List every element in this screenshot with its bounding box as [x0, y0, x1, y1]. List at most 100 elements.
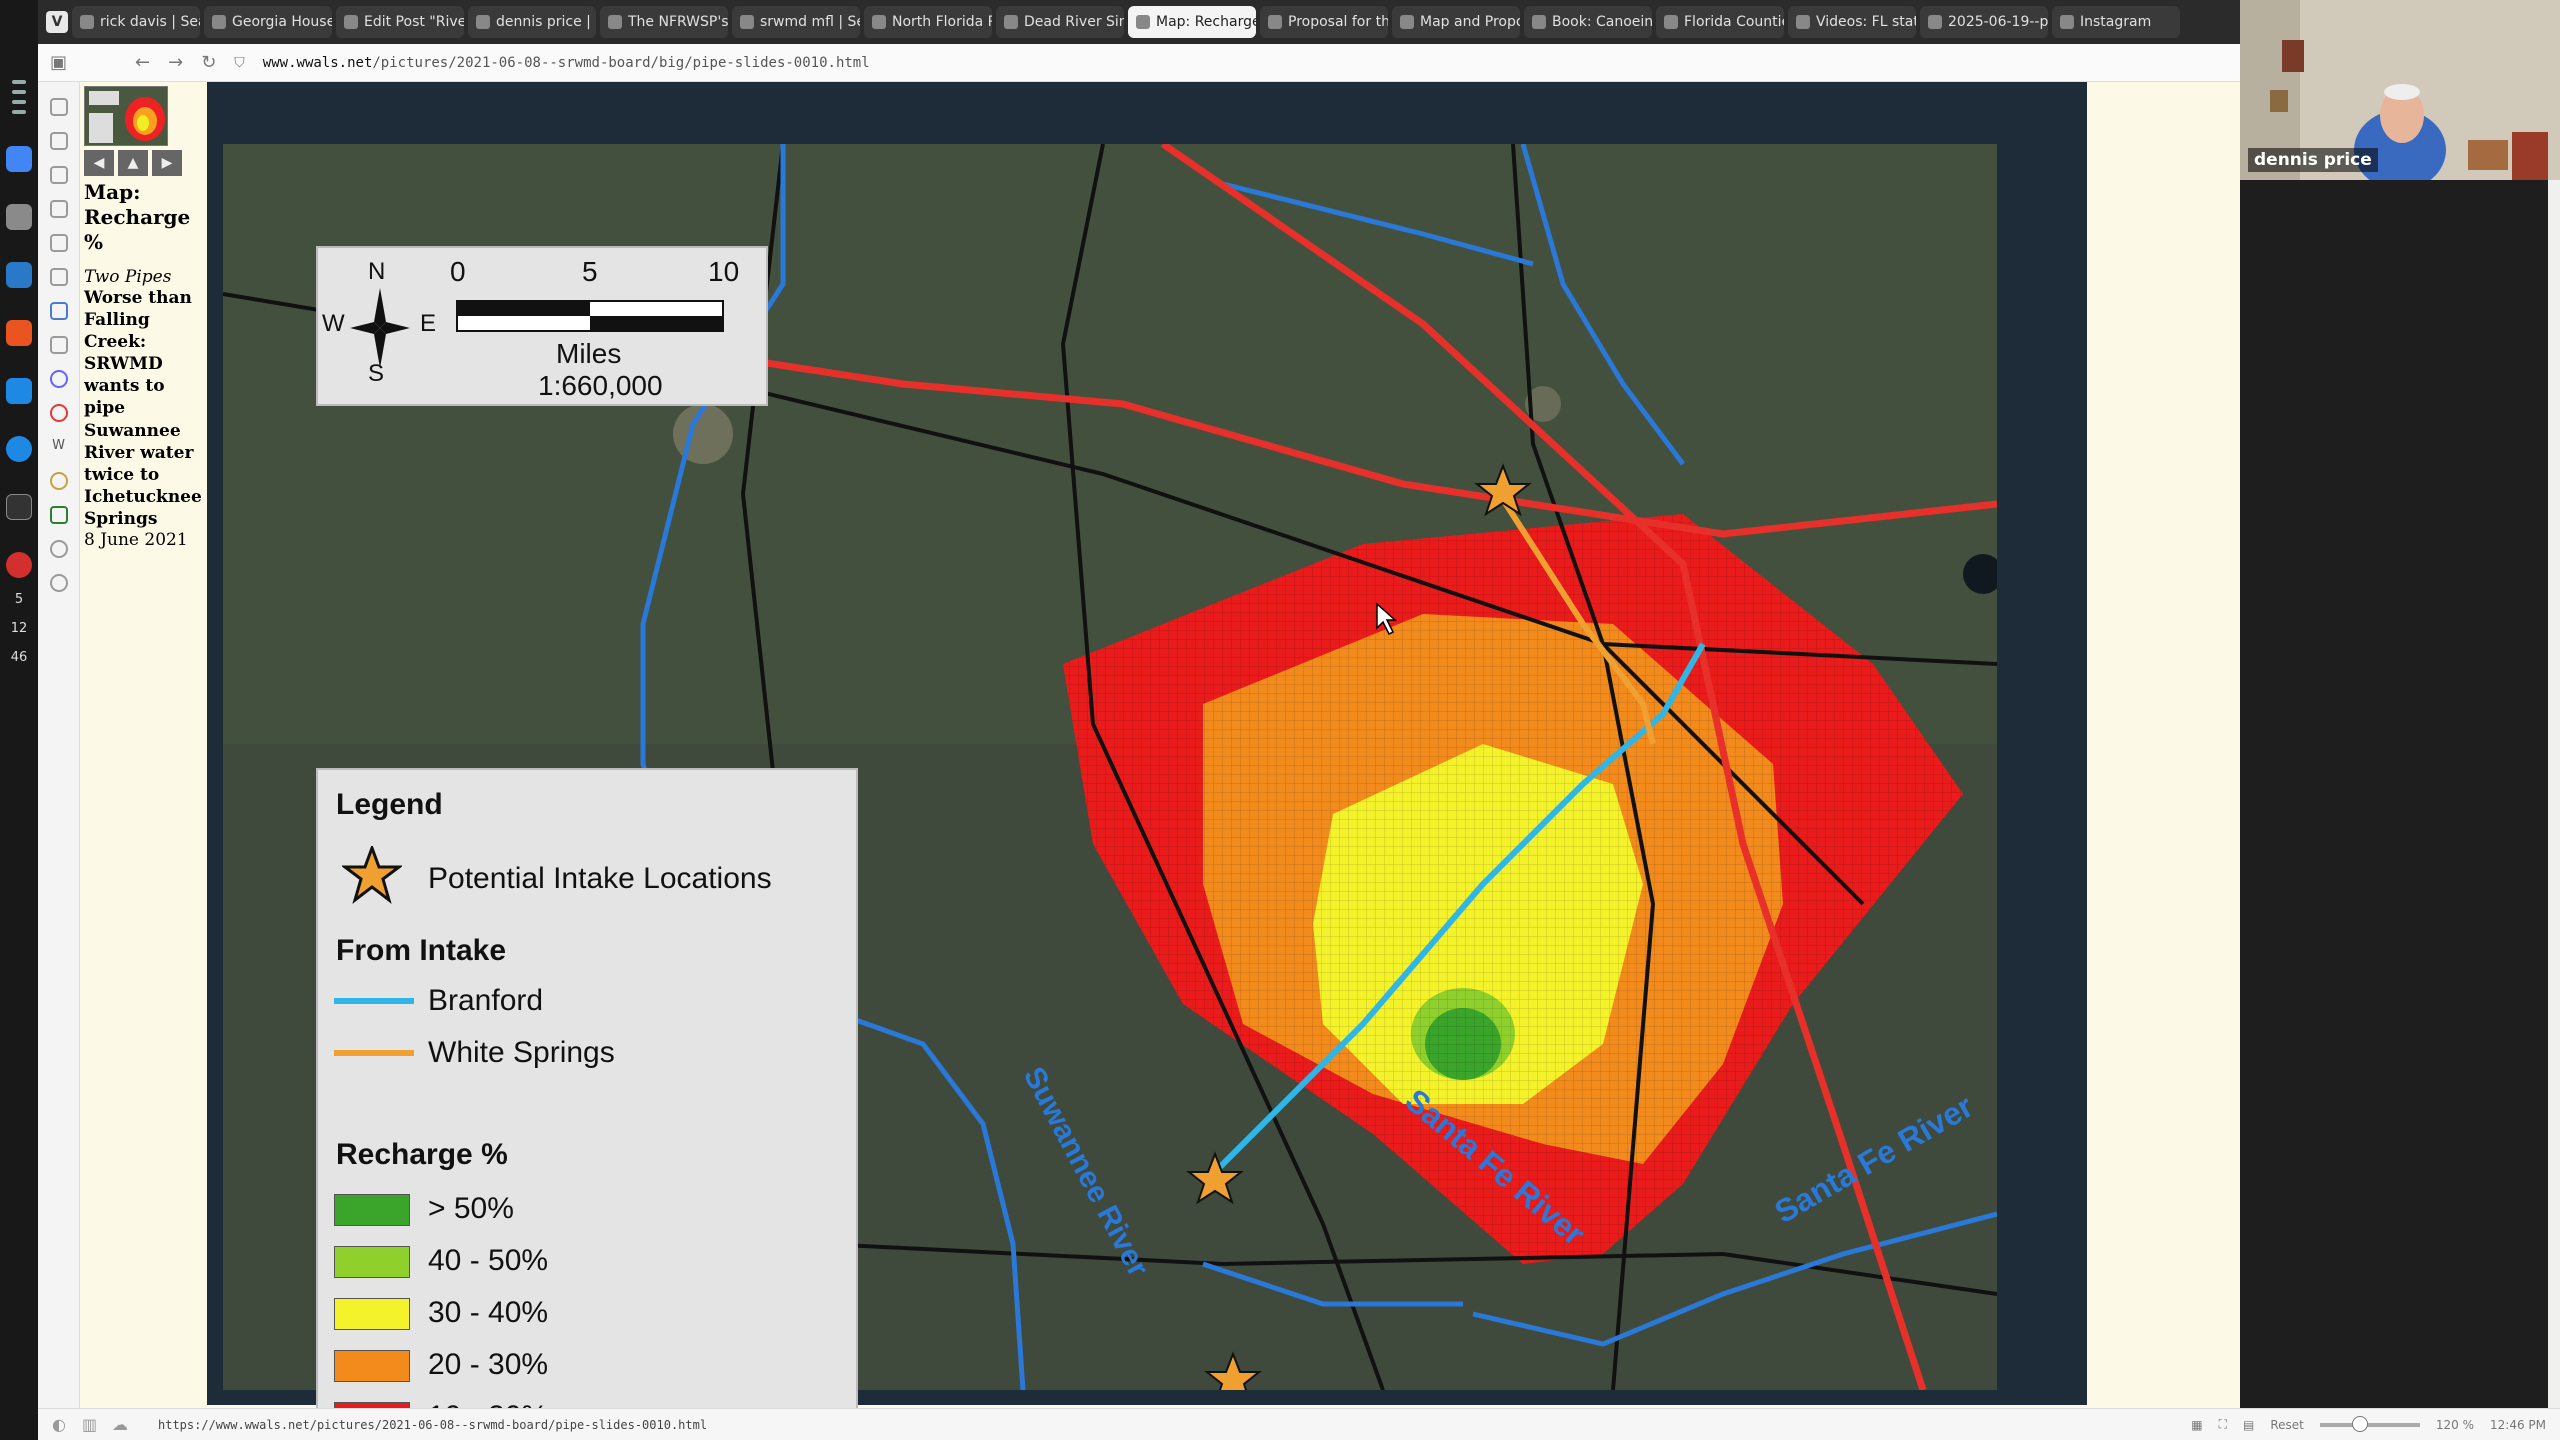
chrome-icon[interactable]: [6, 146, 32, 172]
downloads-icon[interactable]: [49, 166, 68, 184]
subtitle-text[interactable]: Worse than Falling Creek: SRWMD wants to…: [84, 287, 204, 530]
tab-favicon-icon: [1664, 15, 1678, 29]
browser-tab[interactable]: Videos: FL state...: [1788, 6, 1916, 38]
web-page: ◀ ▲ ▶ Map: Recharge % Two Pipes Worse th…: [80, 82, 2240, 1440]
tab-label: Proposal for th...: [1288, 14, 1388, 30]
tab-favicon-icon: [344, 15, 358, 29]
participant-name: dennis price: [2248, 148, 2378, 172]
files-icon[interactable]: [6, 204, 32, 230]
tab-label: North Florida R...: [892, 14, 992, 30]
zoom-slider-knob[interactable]: [2351, 1415, 2368, 1432]
recharge-swatch: [334, 1350, 410, 1382]
zoom-slider[interactable]: [2319, 1415, 2420, 1432]
mastodon-icon[interactable]: [49, 370, 68, 388]
workspace-dot[interactable]: [12, 90, 26, 94]
tab-favicon-icon: [1400, 15, 1414, 29]
previous-slide-button[interactable]: ◀: [84, 150, 114, 176]
browser-tab[interactable]: rick davis | Sea...: [72, 6, 200, 38]
notification-icon[interactable]: [6, 552, 32, 578]
reading-list-icon[interactable]: [49, 132, 68, 150]
add-panel-icon[interactable]: [49, 574, 68, 592]
extension-icon[interactable]: [49, 472, 68, 490]
thumbnail-image: [85, 87, 167, 145]
notes-icon[interactable]: [49, 234, 68, 252]
browser-tab[interactable]: Georgia House...: [204, 6, 332, 38]
recharge-title: Recharge %: [336, 1138, 508, 1171]
workspace-dot[interactable]: [12, 110, 26, 114]
compass-w: W: [322, 310, 345, 337]
browser-tab[interactable]: North Florida R...: [864, 6, 992, 38]
browser-tab[interactable]: Dead River Sink: [996, 6, 1124, 38]
back-icon[interactable]: ←: [135, 52, 150, 73]
panel-toggle-icon[interactable]: ◐: [52, 1415, 66, 1434]
browser-side-panel: W: [38, 82, 80, 1408]
settings-icon[interactable]: [49, 540, 68, 558]
up-index-button[interactable]: ▲: [118, 150, 148, 176]
help-icon[interactable]: [6, 436, 32, 462]
browser-tab[interactable]: Map and Propo...: [1392, 6, 1520, 38]
tab-label: 2025-06-19--pa...: [1948, 14, 2048, 30]
software-center-icon[interactable]: [6, 320, 32, 346]
cloud-icon[interactable]: ☁: [112, 1415, 128, 1434]
url-field[interactable]: www.wwals.net/pictures/2021-06-08--srwmd…: [263, 55, 870, 71]
workspace-dot[interactable]: [12, 100, 26, 104]
browser-tab[interactable]: 2025-06-19--pa...: [1920, 6, 2048, 38]
page-scrollbar[interactable]: [2548, 180, 2560, 1408]
writer-icon[interactable]: [6, 262, 32, 288]
bookmarks-icon[interactable]: [49, 98, 68, 116]
browser-tab[interactable]: Florida Countie...: [1656, 6, 1784, 38]
image-toggle-icon[interactable]: ▦: [2191, 1418, 2202, 1432]
pocket-icon[interactable]: [49, 404, 68, 422]
sheets-icon[interactable]: [49, 506, 68, 524]
tab-label: Map and Propo...: [1420, 14, 1520, 30]
browser-tab[interactable]: Proposal for th...: [1260, 6, 1388, 38]
title-line-2: Recharge %: [84, 205, 191, 254]
store-icon[interactable]: [6, 378, 32, 404]
browser-tab[interactable]: Edit Post "River...: [336, 6, 464, 38]
tab-label: Instagram: [2080, 14, 2152, 30]
forward-icon[interactable]: →: [168, 52, 183, 73]
tab-label: rick davis | Sea...: [100, 14, 200, 30]
scale-tick-10: 10: [708, 256, 740, 287]
subtitle-link[interactable]: Two Pipes: [84, 267, 204, 287]
url-path: /pictures/2021-06-08--srwmd-board/big/pi…: [372, 54, 870, 71]
sidebar-toggle-icon[interactable]: ▣: [50, 52, 67, 73]
slide-thumbnail[interactable]: [84, 86, 168, 146]
video-call-tile[interactable]: dennis price: [2240, 0, 2560, 180]
browser-tab[interactable]: dennis price | S...: [468, 6, 596, 38]
reload-icon[interactable]: ↻: [201, 52, 216, 73]
browser-menu-button[interactable]: V: [46, 11, 68, 33]
title-line-1: Map:: [84, 180, 141, 204]
intake-label: Potential Intake Locations: [428, 862, 772, 895]
browser-tab[interactable]: Map: Recharge %: [1128, 6, 1256, 38]
branford-line-swatch: [334, 998, 414, 1004]
translate-icon[interactable]: [49, 302, 68, 320]
tile-icon[interactable]: ▥: [82, 1415, 97, 1434]
tab-label: Florida Countie...: [1684, 14, 1784, 30]
history-icon[interactable]: [49, 200, 68, 218]
workspace-dot[interactable]: [12, 80, 26, 84]
intake-star-icon: [342, 846, 402, 904]
next-slide-button[interactable]: ▶: [152, 150, 182, 176]
tab-strip: rick davis | Sea... Georgia House... Edit …: [72, 6, 2180, 38]
zoom-reset-button[interactable]: Reset: [2270, 1418, 2304, 1432]
browser-tab[interactable]: Instagram: [2052, 6, 2180, 38]
scale-tick-0: 0: [450, 256, 466, 287]
reader-icon[interactable]: ▤: [2243, 1418, 2254, 1432]
browser-tab[interactable]: Book: Canoein...: [1524, 6, 1652, 38]
tab-favicon-icon: [1796, 15, 1810, 29]
status-controls: ▦ ⛶ ▤ Reset 120 % 12:46 PM: [2191, 1415, 2546, 1432]
tab-favicon-icon: [1136, 15, 1150, 29]
terminal-icon[interactable]: [6, 494, 32, 520]
browser-tab[interactable]: The NFRWSP's |...: [600, 6, 728, 38]
screen: 5 12 46 V rick davis | Sea... Georgia Hou…: [0, 0, 2560, 1440]
wikipedia-icon[interactable]: W: [50, 438, 68, 456]
status-link-url: https://www.wwals.net/pictures/2021-06-0…: [158, 1417, 708, 1432]
capture-icon[interactable]: [49, 268, 68, 286]
browser-tab[interactable]: srwmd mfl | Se...: [732, 6, 860, 38]
map-legend: Legend Potential Intake Locations From I…: [316, 768, 858, 1440]
tab-favicon-icon: [872, 15, 886, 29]
site-info-icon[interactable]: ⛉: [234, 55, 245, 71]
window-icon[interactable]: [49, 336, 68, 354]
page-actions-icon[interactable]: ⛶: [2219, 1417, 2227, 1432]
